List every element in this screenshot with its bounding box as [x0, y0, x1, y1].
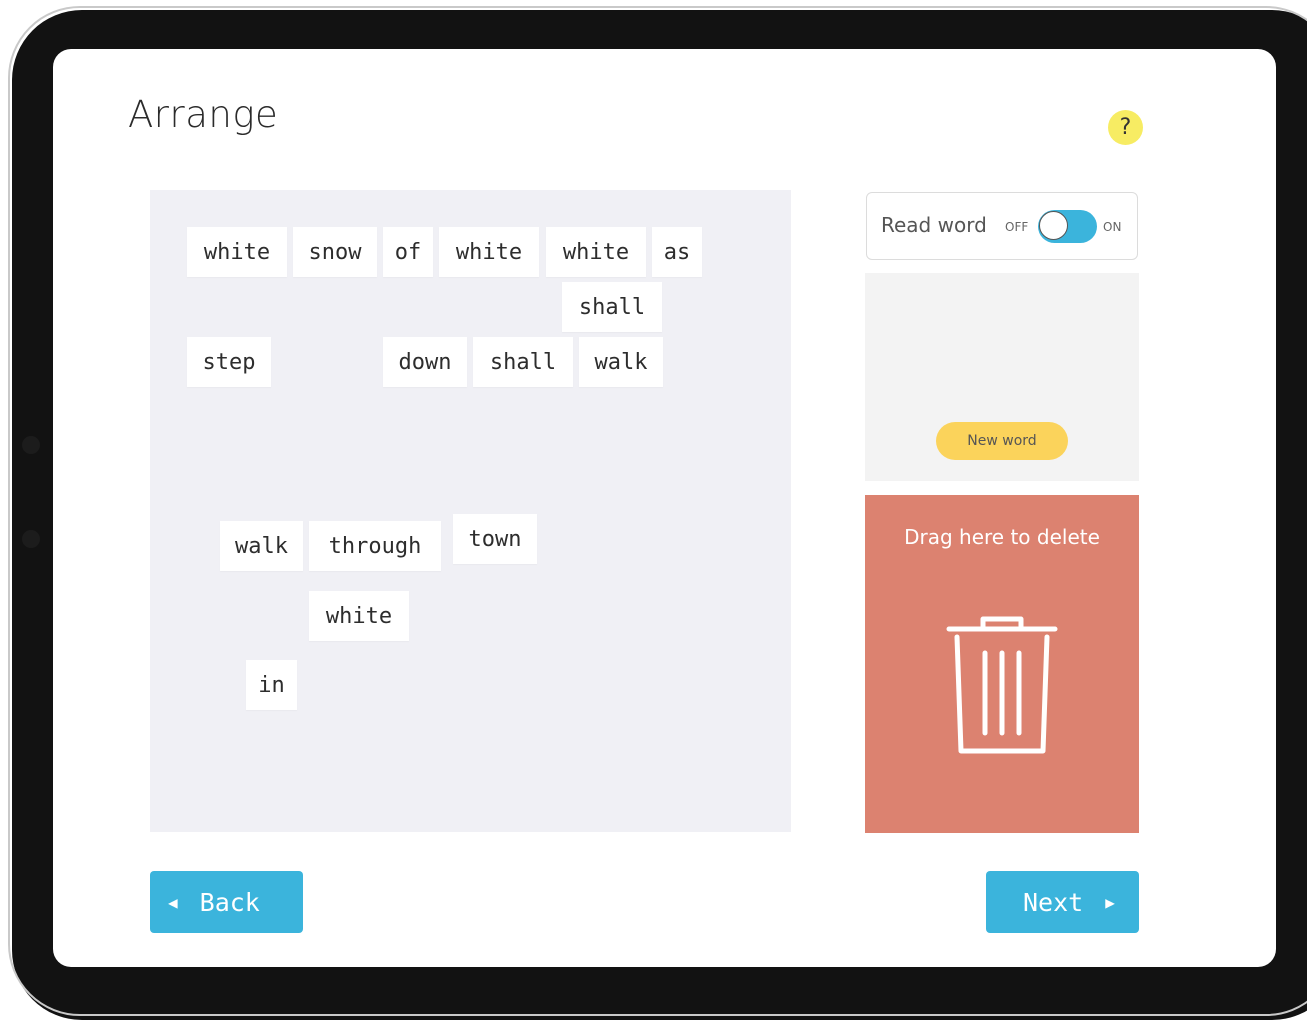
toggle-off-label: OFF [1005, 220, 1029, 234]
word-tile[interactable]: walk [579, 337, 663, 387]
camera-dot [22, 436, 40, 454]
next-button-label: Next [1023, 887, 1084, 917]
word-tile[interactable]: white [439, 227, 539, 277]
help-button[interactable]: ? [1108, 110, 1143, 145]
word-tile[interactable]: town [453, 514, 537, 564]
word-tile[interactable]: of [383, 227, 433, 277]
word-tile[interactable]: walk [220, 521, 303, 571]
word-tile[interactable]: white [546, 227, 646, 277]
trash-icon [946, 616, 1058, 754]
word-tile[interactable]: in [246, 660, 297, 710]
read-word-toggle[interactable] [1038, 210, 1097, 243]
question-mark-icon: ? [1119, 115, 1132, 140]
toggle-on-label: ON [1103, 220, 1122, 234]
camera-dot [22, 530, 40, 548]
word-tile[interactable]: snow [293, 227, 377, 277]
word-tile[interactable]: down [383, 337, 467, 387]
new-word-button[interactable]: New word [936, 422, 1068, 460]
word-tile[interactable]: white [187, 227, 287, 277]
read-word-label: Read word [881, 213, 987, 237]
next-button[interactable]: Next ▶ [986, 871, 1139, 933]
back-button[interactable]: ◀ Back [150, 871, 303, 933]
back-button-label: Back [199, 887, 260, 917]
page-title: Arrange [128, 93, 279, 136]
arrange-board[interactable]: white snow of white white as shall step … [150, 190, 791, 832]
toggle-knob [1039, 211, 1068, 240]
triangle-right-icon: ▶ [1105, 892, 1115, 912]
word-tile[interactable]: as [652, 227, 702, 277]
triangle-left-icon: ◀ [168, 892, 178, 912]
app-screen: Arrange ? white snow of white white as s… [53, 49, 1276, 967]
delete-label: Drag here to delete [904, 525, 1100, 549]
delete-drop-zone[interactable]: Drag here to delete [865, 495, 1139, 833]
word-tile[interactable]: white [309, 591, 409, 641]
word-tile[interactable]: step [187, 337, 271, 387]
word-tile[interactable]: shall [473, 337, 573, 387]
read-word-panel: Read word OFF ON [866, 192, 1138, 260]
new-word-panel: New word [865, 273, 1139, 481]
word-tile[interactable]: shall [562, 282, 662, 332]
word-tile[interactable]: through [309, 521, 441, 571]
